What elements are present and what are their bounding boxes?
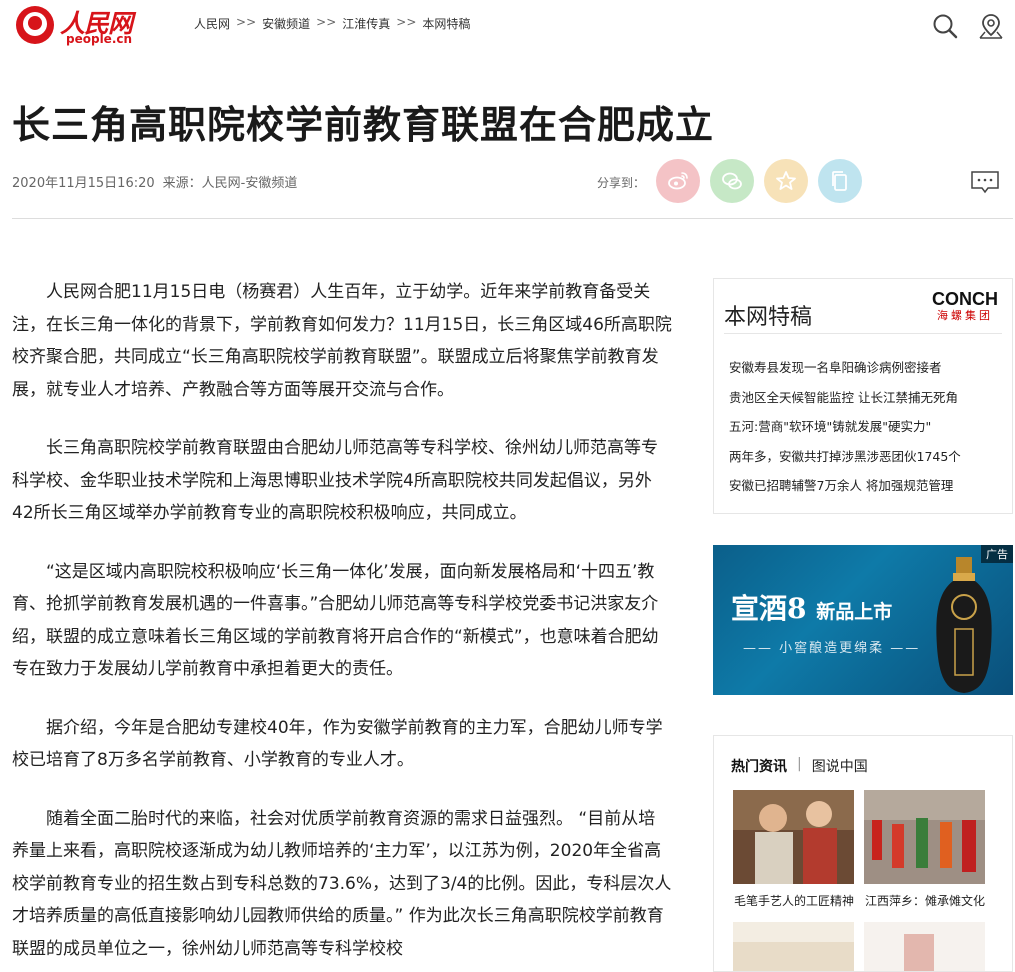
article-source: 来源：人民网-安徽频道 [162, 176, 298, 191]
article-meta: 2020年11月15日16:20 来源：人民网-安徽频道 [12, 172, 297, 191]
news-caption[interactable]: 毛笔手艺人的工匠精神 [734, 892, 854, 909]
share-label: 分享到： [597, 176, 646, 190]
article-paragraph: 人民网合肥11月15日电（杨赛君）人生百年，立于幼学。近年来学前教育备受关注，在… [12, 282, 672, 400]
news-caption[interactable]: 江西萍乡：傩承傩文化 [865, 892, 985, 909]
comment-icon[interactable] [970, 170, 1000, 194]
news-thumbnail[interactable] [864, 790, 985, 884]
copy-link-button[interactable] [818, 159, 862, 203]
special-reports-list: 安徽寿县发现一名阜阳确诊病例密接者 贵池区全天候智能监控 让长江禁捕无死角 五河… [729, 353, 961, 501]
ad-headline: 宣酒8 新品上市 [731, 592, 893, 625]
site-header: 人民网 people.cn 人民网 >> 安徽频道 >> 江淮传真 >> 本网特… [0, 0, 1015, 48]
news-thumbnail[interactable] [733, 790, 854, 884]
share-wechat-button[interactable] [710, 159, 754, 203]
breadcrumb-jianghuai[interactable]: 江淮传真 [342, 15, 390, 32]
article-paragraph: 据介绍，今年是合肥幼专建校40年，作为安徽学前教育的主力军，合肥幼儿师专学校已培… [12, 717, 663, 771]
share-weibo-button[interactable] [656, 159, 700, 203]
hot-news-tabs: 热门资讯 | 图说中国 [731, 756, 868, 776]
special-report-link[interactable]: 安徽寿县发现一名阜阳确诊病例密接者 [729, 353, 961, 383]
liquor-bottle-image [936, 557, 992, 693]
logo-mark-icon [16, 6, 54, 44]
conch-sponsor-logo[interactable]: CONCH 海螺集团 [932, 289, 998, 323]
article-paragraph: 随着全面二胎时代的来临，社会对优质学前教育资源的需求日益强烈。 “目前从培养量上… [12, 808, 672, 959]
special-reports-panel: 本网特稿 CONCH 海螺集团 安徽寿县发现一名阜阳确诊病例密接者 贵池区全天候… [713, 278, 1013, 514]
copy-icon [832, 171, 847, 191]
ad-slogan: —— 小窖酿造更绵柔 —— [743, 641, 921, 656]
liquor-advertisement[interactable]: 广告 宣酒8 新品上市 —— 小窖酿造更绵柔 —— [713, 545, 1013, 695]
hot-news-panel: 热门资讯 | 图说中国 毛笔手艺人的工匠精神 江西萍乡：傩承傩文化 [713, 735, 1013, 972]
logo-domain: people.cn [66, 32, 133, 46]
search-icon[interactable] [931, 12, 959, 40]
tab-separator: | [797, 756, 802, 772]
wechat-icon [722, 172, 742, 190]
meta-divider [12, 218, 1013, 219]
star-icon [776, 171, 796, 190]
special-report-link[interactable]: 五河:营商"软环境"铸就发展"硬实力" [729, 412, 961, 442]
weibo-icon [668, 172, 688, 190]
favorite-button[interactable] [764, 159, 808, 203]
panel-divider [724, 333, 1002, 334]
publish-date: 2020年11月15日16:20 [12, 176, 155, 191]
breadcrumb-separator: >> [316, 15, 337, 29]
breadcrumb: 人民网 >> 安徽频道 >> 江淮传真 >> 本网特稿 [194, 15, 470, 32]
article-title: 长三角高职院校学前教育联盟在合肥成立 [12, 103, 715, 147]
tab-hot-news[interactable]: 热门资讯 [731, 756, 787, 776]
tab-picture-china[interactable]: 图说中国 [812, 756, 868, 776]
people-cn-logo[interactable]: 人民网 people.cn [16, 2, 136, 46]
breadcrumb-anhui[interactable]: 安徽频道 [262, 15, 310, 32]
article-paragraph: 长三角高职院校学前教育联盟由合肥幼儿师范高等专科学校、徐州幼儿师范高等专科学校、… [12, 438, 658, 523]
special-report-link[interactable]: 两年多，安徽共打掉涉黑涉恶团伙1745个 [729, 442, 961, 472]
breadcrumb-home[interactable]: 人民网 [194, 15, 230, 32]
article-paragraph: “这是区域内高职院校积极响应‘长三角一体化’发展，面向新发展格局和‘十四五’教育… [12, 561, 659, 680]
article-body: 人民网合肥11月15日电（杨赛君）人生百年，立于幼学。近年来学前教育备受关注，在… [12, 276, 672, 972]
breadcrumb-special[interactable]: 本网特稿 [422, 15, 470, 32]
breadcrumb-separator: >> [236, 15, 257, 29]
location-icon[interactable] [977, 12, 1005, 40]
special-report-link[interactable]: 贵池区全天候智能监控 让长江禁捕无死角 [729, 383, 961, 413]
breadcrumb-separator: >> [396, 15, 417, 29]
news-thumbnail[interactable] [864, 922, 985, 971]
news-thumbnail[interactable] [733, 922, 854, 971]
special-report-link[interactable]: 安徽已招聘辅警7万余人 将加强规范管理 [729, 471, 961, 501]
special-reports-title: 本网特稿 [724, 305, 813, 330]
